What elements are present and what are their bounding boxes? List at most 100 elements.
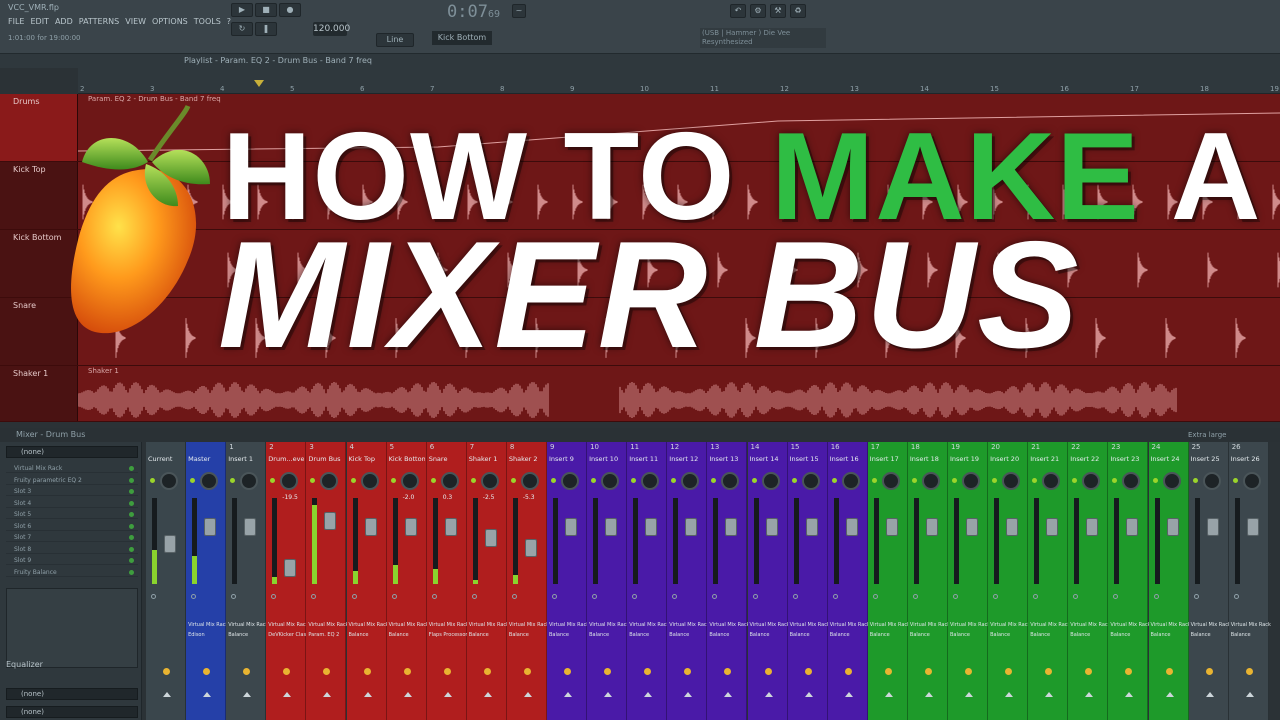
route-arrow-icon[interactable] bbox=[965, 692, 973, 697]
send-bulb-icon[interactable] bbox=[1245, 668, 1253, 675]
effect-slot[interactable]: Slot 7 bbox=[6, 533, 138, 542]
mixer-strip[interactable]: 23 Insert 23 Virtual Mix Rack Balance bbox=[1108, 442, 1151, 720]
slot-enable-icon[interactable] bbox=[129, 477, 134, 483]
send-bulb-icon[interactable] bbox=[363, 668, 371, 675]
route-arrow-icon[interactable] bbox=[684, 692, 693, 697]
pan-knob[interactable] bbox=[1082, 472, 1101, 490]
strip-name[interactable]: Insert 15 bbox=[790, 455, 826, 463]
route-icon[interactable] bbox=[953, 594, 958, 599]
route-icon[interactable] bbox=[1033, 594, 1039, 599]
send-bulb-icon[interactable] bbox=[483, 668, 491, 675]
strip-enable-led[interactable] bbox=[671, 478, 677, 483]
pan-knob[interactable] bbox=[1242, 472, 1261, 490]
mixer-strip[interactable]: 19 Insert 19 Virtual Mix Rack Balance bbox=[948, 442, 990, 720]
volume-fader[interactable] bbox=[1206, 518, 1219, 537]
pan-knob[interactable] bbox=[360, 472, 379, 490]
volume-fader[interactable] bbox=[1126, 518, 1139, 537]
route-arrow-icon[interactable] bbox=[564, 692, 572, 697]
pan-knob[interactable] bbox=[561, 472, 579, 490]
strip-enable-led[interactable] bbox=[150, 478, 155, 483]
route-arrow-icon[interactable] bbox=[604, 692, 613, 697]
route-icon[interactable] bbox=[1153, 594, 1159, 599]
slot-enable-icon[interactable] bbox=[129, 512, 134, 517]
pan-knob[interactable] bbox=[240, 472, 259, 490]
strip-name[interactable]: Drum...everb bbox=[268, 455, 304, 463]
route-icon[interactable] bbox=[712, 594, 718, 599]
send-bulb-icon[interactable] bbox=[644, 668, 652, 675]
strip-enable-led[interactable] bbox=[751, 478, 757, 483]
strip-enable-led[interactable] bbox=[430, 478, 436, 483]
mixer-strip[interactable]: 14 Insert 14 Virtual Mix Rack Balance bbox=[747, 442, 790, 720]
pan-knob[interactable] bbox=[721, 472, 740, 490]
route-icon[interactable] bbox=[1113, 594, 1119, 599]
route-icon[interactable] bbox=[351, 594, 357, 599]
slot-enable-icon[interactable] bbox=[129, 558, 134, 563]
send-bulb-icon[interactable] bbox=[804, 668, 812, 675]
mixer-strip[interactable]: 3 Drum Bus Virtual Mix Rack Param. EQ 2 bbox=[306, 442, 349, 720]
slot-enable-icon[interactable] bbox=[129, 546, 134, 552]
strip-name[interactable]: Kick Bottom bbox=[389, 455, 425, 463]
pan-knob[interactable] bbox=[320, 472, 339, 490]
mixer-strip[interactable]: 7 Shaker 1 -2.5 Virtual Mix Rack Balance bbox=[466, 442, 509, 720]
route-icon[interactable] bbox=[872, 594, 878, 599]
strip-name[interactable]: Insert 23 bbox=[1110, 455, 1146, 463]
pattern-selector[interactable]: Kick Bottom bbox=[432, 31, 492, 45]
route-icon[interactable] bbox=[632, 594, 638, 599]
slot-enable-icon[interactable] bbox=[129, 500, 134, 506]
strip-name[interactable]: Current bbox=[148, 455, 184, 463]
menu-item[interactable]: FILE bbox=[8, 17, 24, 26]
pan-knob[interactable] bbox=[200, 472, 219, 490]
volume-fader[interactable] bbox=[244, 518, 257, 537]
mixer-strip[interactable]: 24 Insert 24 Virtual Mix Rack Balance bbox=[1148, 442, 1191, 720]
tempo-display[interactable]: 120.000 bbox=[313, 22, 350, 36]
strip-enable-led[interactable] bbox=[551, 478, 556, 483]
strip-enable-led[interactable] bbox=[1192, 478, 1198, 483]
route-icon[interactable] bbox=[1073, 594, 1079, 599]
route-icon[interactable] bbox=[271, 594, 277, 599]
volume-fader[interactable] bbox=[605, 518, 618, 537]
strip-enable-led[interactable] bbox=[270, 478, 276, 483]
track-header[interactable]: Shaker 1 bbox=[0, 366, 78, 421]
slot-enable-icon[interactable] bbox=[129, 569, 134, 575]
send-bulb-icon[interactable] bbox=[724, 668, 732, 675]
route-arrow-icon[interactable] bbox=[1245, 692, 1254, 697]
strip-name[interactable]: Insert 24 bbox=[1151, 455, 1187, 463]
strip-enable-led[interactable] bbox=[1152, 478, 1158, 483]
strip-name[interactable]: Insert 14 bbox=[750, 455, 786, 463]
slot-enable-icon[interactable] bbox=[129, 466, 134, 471]
mixer-strip[interactable]: 22 Insert 22 Virtual Mix Rack Balance bbox=[1068, 442, 1111, 720]
mixer-strip[interactable]: 16 Insert 16 Virtual Mix Rack Balance bbox=[827, 442, 870, 720]
strip-name[interactable]: Kick Top bbox=[349, 455, 385, 463]
pan-knob[interactable] bbox=[1122, 472, 1141, 490]
strip-name[interactable]: Insert 17 bbox=[870, 455, 906, 463]
strip-enable-led[interactable] bbox=[911, 478, 917, 483]
volume-fader[interactable] bbox=[565, 518, 577, 537]
mixer-strip[interactable]: Master Virtual Mix Rack Edison bbox=[186, 442, 228, 720]
menu-item[interactable]: OPTIONS bbox=[152, 17, 188, 26]
send-bulb-icon[interactable] bbox=[323, 668, 331, 675]
mixer-size[interactable]: Extra large bbox=[1188, 428, 1226, 442]
volume-fader[interactable] bbox=[725, 518, 738, 537]
route-arrow-icon[interactable] bbox=[804, 692, 813, 697]
send-bulb-icon[interactable] bbox=[1085, 668, 1093, 675]
pan-knob[interactable] bbox=[601, 472, 620, 490]
strip-enable-led[interactable] bbox=[390, 478, 396, 483]
mixer-strip[interactable]: 5 Kick Bottom -2.0 Virtual Mix Rack Balance bbox=[386, 442, 429, 720]
send-bulb-icon[interactable] bbox=[764, 668, 772, 675]
volume-fader[interactable] bbox=[805, 518, 818, 537]
send-bulb-icon[interactable] bbox=[1005, 668, 1013, 675]
volume-fader[interactable] bbox=[845, 518, 858, 537]
route-arrow-icon[interactable] bbox=[764, 692, 773, 697]
mixer-strip[interactable]: 4 Kick Top Virtual Mix Rack Balance bbox=[346, 442, 389, 720]
strip-enable-led[interactable] bbox=[711, 478, 717, 483]
strip-enable-led[interactable] bbox=[591, 478, 597, 483]
route-icon[interactable] bbox=[912, 594, 918, 599]
strip-enable-led[interactable] bbox=[1072, 478, 1078, 483]
route-arrow-icon[interactable] bbox=[283, 692, 292, 697]
mixer-strip[interactable]: 26 Insert 26 Virtual Mix Rack Balance bbox=[1228, 442, 1271, 720]
strip-enable-led[interactable] bbox=[310, 478, 316, 483]
effect-slot[interactable]: Virtual Mix Rack bbox=[6, 464, 138, 473]
mixer-strip[interactable]: 1 Insert 1 Virtual Mix Rack Balance bbox=[226, 442, 268, 720]
mixer-strip[interactable]: 11 Insert 11 Virtual Mix Rack Balance bbox=[627, 442, 669, 720]
pan-knob[interactable] bbox=[881, 472, 900, 490]
